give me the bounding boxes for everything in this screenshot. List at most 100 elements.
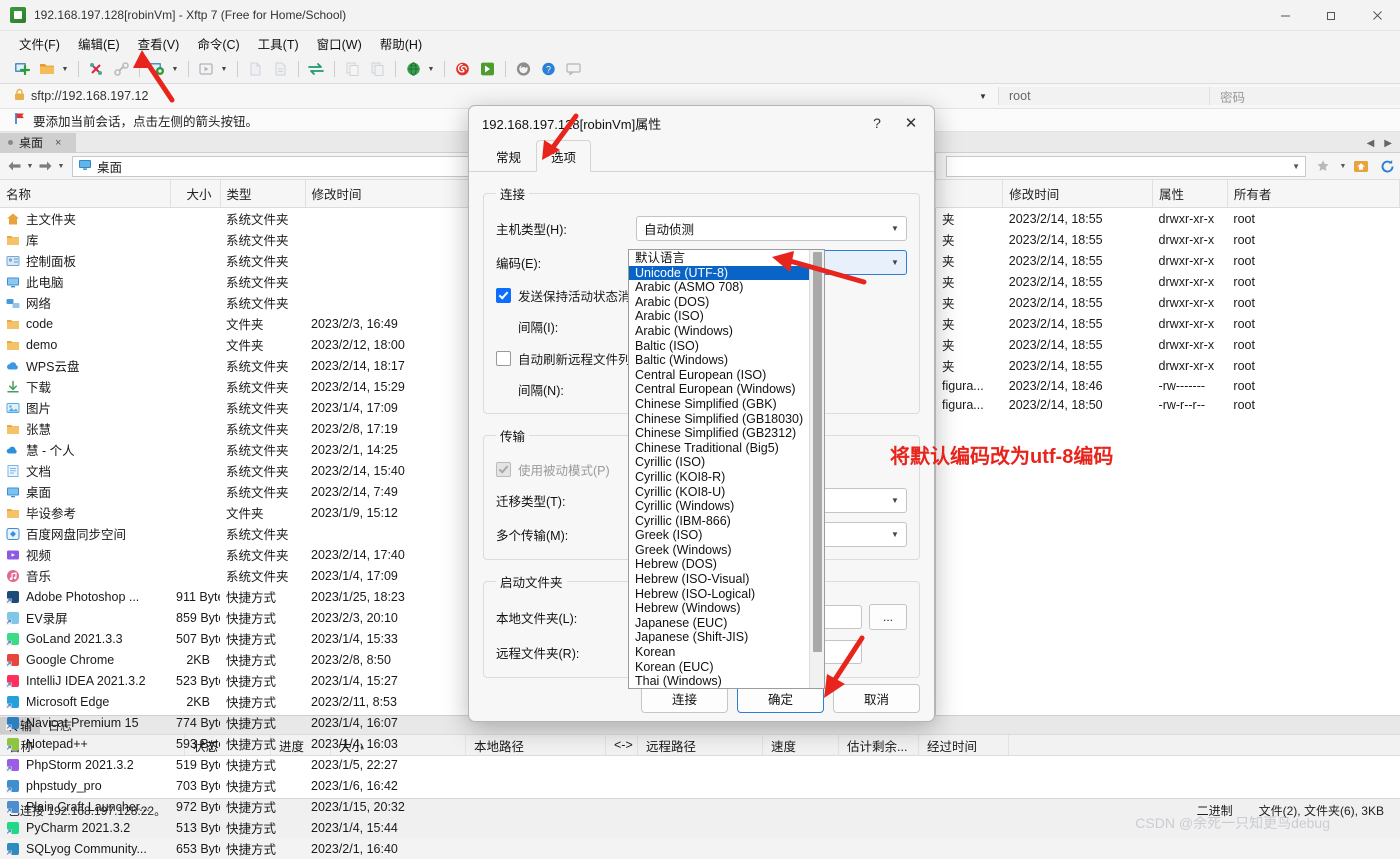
encoding-option[interactable]: Japanese (Shift-JIS) [629,630,824,645]
cell-name[interactable]: code [0,313,170,334]
cell-name[interactable]: PyCharm 2021.3.2 [0,817,170,838]
cell-name[interactable]: WPS云盘 [0,355,170,376]
xshell-icon[interactable] [450,58,474,80]
dialog-help-icon[interactable]: ? [860,108,894,138]
encoding-dropdown-list[interactable]: 默认语言Unicode (UTF-8)Arabic (ASMO 708)Arab… [628,249,825,689]
cell-name[interactable]: Google Chrome [0,649,170,670]
encoding-option[interactable]: Cyrillic (KOI8-U) [629,485,824,500]
dropdown-scrollbar[interactable] [809,250,824,688]
table-row[interactable]: 夹2023/2/14, 18:55drwxr-xr-xroot [936,313,1400,334]
encoding-option[interactable]: Unicode (UTF-8) [629,266,824,281]
encoding-option[interactable]: Korean (EUC) [629,660,824,675]
cell-name[interactable]: SQLyog Community... [0,838,170,859]
table-row[interactable]: 夹2023/2/14, 18:55drwxr-xr-xroot [936,229,1400,250]
remote-column-attr[interactable]: 属性 [1153,180,1228,208]
password-field[interactable]: 密码 [1209,87,1400,105]
cell-name[interactable]: Adobe Photoshop ... [0,586,170,607]
cell-name[interactable]: 音乐 [0,565,170,586]
username-field[interactable]: root [998,87,1209,105]
column-size[interactable]: 大小 [170,180,220,208]
back-icon[interactable] [6,157,23,175]
column-name[interactable]: 名称 [0,180,170,208]
table-row[interactable]: 夹2023/2/14, 18:55drwxr-xr-xroot [936,334,1400,355]
minimize-button[interactable] [1262,0,1308,30]
encoding-option[interactable]: Baltic (Windows) [629,353,824,368]
cell-name[interactable]: 主文件夹 [0,208,170,230]
cell-name[interactable]: 桌面 [0,481,170,502]
encoding-option[interactable]: Arabic (DOS) [629,295,824,310]
open-folder-icon[interactable] [35,58,59,80]
remote-path-dropdown-icon[interactable]: ▼ [1292,162,1300,171]
table-row[interactable]: 夹2023/2/14, 18:55drwxr-xr-xroot [936,208,1400,230]
home-folder-icon[interactable] [1350,156,1372,176]
menu-window[interactable]: 窗口(W) [308,31,371,56]
menu-command[interactable]: 命令(C) [188,31,248,56]
encoding-option[interactable]: Hebrew (DOS) [629,557,824,572]
chevron-down-icon[interactable]: ▼ [884,224,906,233]
globe-icon[interactable] [401,58,425,80]
dialog-close-icon[interactable]: ✕ [894,108,928,138]
tab-scroll-right-icon[interactable]: ▶ [1384,138,1392,149]
encoding-option[interactable]: Thai (Windows) [629,674,824,689]
session-url[interactable]: sftp://192.168.197.12 [31,89,968,103]
transfer-sync-icon[interactable] [304,58,328,80]
table-row[interactable]: 夹2023/2/14, 18:55drwxr-xr-xroot [936,250,1400,271]
forward-dropdown-icon[interactable]: ▼ [56,157,66,175]
table-row[interactable]: 夹2023/2/14, 18:55drwxr-xr-xroot [936,292,1400,313]
cell-name[interactable]: EV录屏 [0,607,170,628]
run-dropdown-icon[interactable]: ▼ [219,58,229,80]
open-folder-dropdown-icon[interactable]: ▼ [60,58,70,80]
favorite-icon[interactable] [1312,156,1334,176]
menu-view[interactable]: 查看(V) [129,31,189,56]
tab-close-icon[interactable]: × [55,137,61,149]
table-row[interactable]: Plain Craft Launcher...972 Bytes快捷方式2023… [0,796,935,817]
cell-name[interactable]: phpstudy_pro [0,775,170,796]
encoding-option[interactable]: Hebrew (ISO-Visual) [629,572,824,587]
favorite-dropdown-icon[interactable]: ▼ [1338,157,1348,175]
keepalive-checkbox[interactable] [496,288,511,303]
table-row[interactable]: PhpStorm 2021.3.2519 Bytes快捷方式2023/1/5, … [0,754,935,775]
xshell-alt-icon[interactable] [475,58,499,80]
encoding-option[interactable]: Central European (Windows) [629,382,824,397]
help-icon[interactable]: ? [536,58,560,80]
dialog-tab-general[interactable]: 常规 [481,140,536,171]
globe-dropdown-icon[interactable]: ▼ [426,58,436,80]
disconnect-icon[interactable] [84,58,108,80]
column-type[interactable]: 类型 [220,180,305,208]
cell-name[interactable]: 视频 [0,544,170,565]
cell-name[interactable]: 控制面板 [0,250,170,271]
dialog-tab-options[interactable]: 选项 [536,140,591,172]
properties-dropdown-icon[interactable]: ▼ [170,58,180,80]
remote-path-box[interactable]: ▼ [946,156,1306,177]
cell-name[interactable]: PhpStorm 2021.3.2 [0,754,170,775]
encoding-option[interactable]: Hebrew (ISO-Logical) [629,587,824,602]
encoding-option[interactable]: Cyrillic (IBM-866) [629,514,824,529]
browse-local-folder-button[interactable]: ... [869,604,907,630]
migrate-chevron-down-icon[interactable]: ▼ [884,496,906,505]
cell-name[interactable]: Microsoft Edge [0,691,170,712]
menu-edit[interactable]: 编辑(E) [69,31,129,56]
forward-icon[interactable] [37,157,54,175]
cell-name[interactable]: 库 [0,229,170,250]
cell-name[interactable]: GoLand 2021.3.3 [0,628,170,649]
encoding-option[interactable]: Chinese Simplified (GBK) [629,397,824,412]
cell-name[interactable]: 下载 [0,376,170,397]
remote-column-mtime[interactable]: 修改时间 [1003,180,1153,208]
encoding-option[interactable]: 默认语言 [629,251,824,266]
multi-chevron-down-icon[interactable]: ▼ [884,530,906,539]
cell-name[interactable]: Notepad++ [0,733,170,754]
table-row[interactable]: figura...2023/2/14, 18:50-rw-r--r--root [936,395,1400,414]
encoding-option[interactable]: Baltic (ISO) [629,339,824,354]
encoding-option[interactable]: Arabic (ASMO 708) [629,280,824,295]
encoding-option[interactable]: Chinese Traditional (Big5) [629,441,824,456]
new-session-icon[interactable] [10,58,34,80]
encoding-option[interactable]: Cyrillic (ISO) [629,455,824,470]
encoding-chevron-down-icon[interactable]: ▼ [884,258,906,267]
cell-name[interactable]: 张慧 [0,418,170,439]
cell-name[interactable]: Navicat Premium 15 [0,712,170,733]
encoding-option[interactable]: Cyrillic (KOI8-R) [629,470,824,485]
menu-help[interactable]: 帮助(H) [371,31,431,56]
encoding-option[interactable]: Japanese (EUC) [629,616,824,631]
table-row[interactable]: 夹2023/2/14, 18:55drwxr-xr-xroot [936,355,1400,376]
table-row[interactable]: 夹2023/2/14, 18:55drwxr-xr-xroot [936,271,1400,292]
